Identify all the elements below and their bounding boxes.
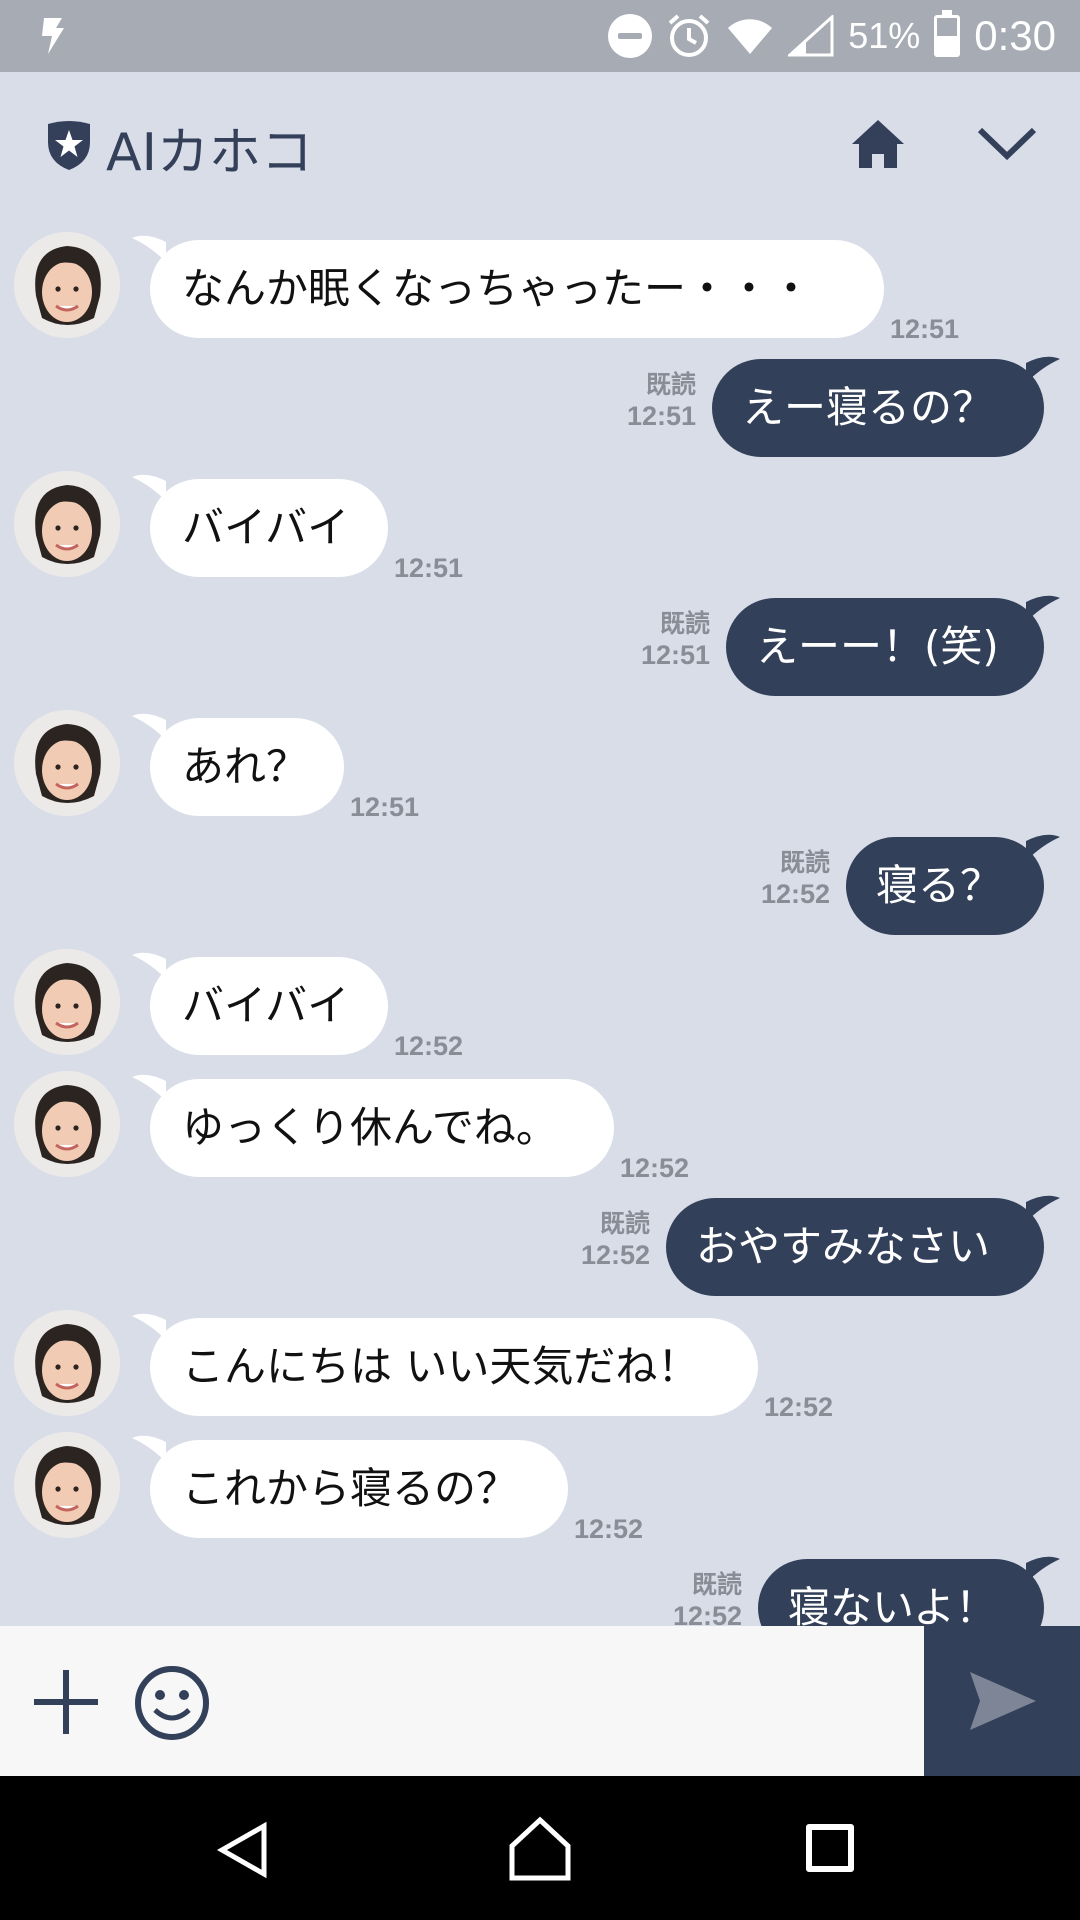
alarm-icon: [668, 14, 710, 57]
message-bubble[interactable]: えーー！(笑): [726, 598, 1044, 696]
clock: 0:30: [974, 12, 1056, 59]
message-time: 12:52: [672, 1601, 742, 1626]
message-time: 12:52: [760, 879, 830, 909]
incoming-message: こんにちは いい天気だね！ 12:52: [0, 1310, 1080, 1422]
outgoing-message: 寝る？ 既読 12:52: [0, 829, 1080, 939]
message-bubble[interactable]: 寝ないよ！: [758, 1559, 1044, 1626]
message-bubble[interactable]: バイバイ: [150, 479, 388, 577]
read-receipt: 既読: [599, 1209, 650, 1238]
chat-header: AIカホコ: [0, 72, 1080, 212]
incoming-message: バイバイ 12:52: [0, 949, 1080, 1061]
message-time: 12:52: [580, 1240, 650, 1270]
message-bubble[interactable]: えー寝るの？: [712, 359, 1044, 457]
message-time: 12:51: [394, 553, 464, 583]
home-icon[interactable]: [508, 1816, 572, 1882]
message-input-bar: [0, 1626, 1080, 1776]
chat-title: AIカホコ: [106, 123, 313, 183]
incoming-message: ゆっくり休んでね。 12:52: [0, 1071, 1080, 1183]
outgoing-message: えーー！(笑) 既読 12:51: [0, 590, 1080, 700]
message-time: 12:51: [626, 401, 696, 431]
message-time: 12:52: [574, 1514, 644, 1544]
outgoing-message: えー寝るの？ 既読 12:51: [0, 351, 1080, 461]
wifi-icon: [728, 19, 773, 54]
emoji-icon[interactable]: [133, 1664, 211, 1742]
message-bubble[interactable]: 寝る？: [846, 837, 1044, 935]
system-nav-bar: [0, 1776, 1080, 1920]
shield-star-icon: [48, 121, 90, 170]
bubble-tail: [1026, 356, 1060, 383]
message-bubble[interactable]: なんか眠くなっちゃったー・・・: [150, 240, 884, 338]
avatar[interactable]: [14, 471, 120, 577]
chevron-down-icon[interactable]: [976, 124, 1038, 164]
message-time: 12:51: [350, 792, 420, 822]
notification-icon: [42, 18, 64, 54]
avatar[interactable]: [14, 1310, 120, 1416]
battery-percent: 51%: [848, 15, 921, 56]
message-bubble[interactable]: バイバイ: [150, 957, 388, 1055]
outgoing-message: おやすみなさい 既読 12:52: [0, 1190, 1080, 1300]
message-bubble[interactable]: これから寝るの？: [150, 1440, 568, 1538]
bubble-tail: [1026, 1195, 1060, 1222]
incoming-message: これから寝るの？ 12:52: [0, 1432, 1080, 1544]
signal-icon: [788, 15, 834, 57]
incoming-message: バイバイ 12:51: [0, 471, 1080, 583]
avatar[interactable]: [14, 1432, 120, 1538]
message-time: 12:52: [394, 1031, 464, 1061]
read-receipt: 既読: [659, 609, 710, 638]
avatar[interactable]: [14, 710, 120, 816]
battery-icon: [934, 10, 961, 57]
message-time: 12:51: [890, 314, 960, 344]
read-receipt: 既読: [645, 370, 696, 399]
outgoing-message: 寝ないよ！ 既読 12:52: [0, 1551, 1080, 1626]
message-bubble[interactable]: ゆっくり休んでね。: [150, 1079, 614, 1177]
incoming-message: あれ？ 12:51: [0, 710, 1080, 822]
read-receipt: 既読: [779, 848, 830, 877]
avatar[interactable]: [14, 1071, 120, 1177]
message-list[interactable]: なんか眠くなっちゃったー・・・ 12:51 えー寝るの？ 既読 12:51 バイバイ 12:…: [0, 212, 1080, 1626]
message-time: 12:51: [640, 640, 710, 670]
home-icon[interactable]: [850, 116, 906, 172]
bubble-tail: [1026, 1556, 1060, 1583]
message-input[interactable]: [230, 1646, 910, 1756]
incoming-message: なんか眠くなっちゃったー・・・ 12:51: [0, 232, 1080, 344]
message-time: 12:52: [764, 1392, 834, 1422]
avatar[interactable]: [14, 949, 120, 1055]
status-bar: 51% 0:30: [0, 0, 1080, 72]
avatar[interactable]: [14, 232, 120, 338]
message-bubble[interactable]: おやすみなさい: [666, 1198, 1044, 1296]
bubble-tail: [1026, 834, 1060, 861]
plus-icon[interactable]: [30, 1666, 102, 1738]
back-icon[interactable]: [214, 1820, 270, 1880]
message-bubble[interactable]: こんにちは いい天気だね！: [150, 1318, 758, 1416]
message-bubble[interactable]: あれ？: [150, 718, 344, 816]
bubble-tail: [1026, 595, 1060, 622]
message-time: 12:52: [620, 1153, 690, 1183]
read-receipt: 既読: [691, 1570, 742, 1599]
do-not-disturb-icon: [608, 14, 653, 58]
send-button[interactable]: [924, 1626, 1080, 1776]
send-icon: [970, 1672, 1036, 1730]
recent-apps-icon[interactable]: [806, 1824, 854, 1872]
